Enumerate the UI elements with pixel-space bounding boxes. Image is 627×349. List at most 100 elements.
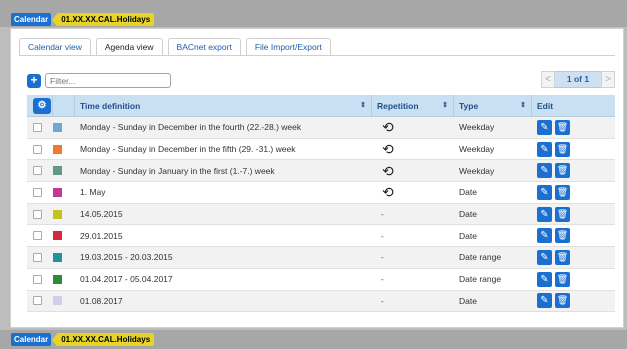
trash-icon[interactable]: 🗑 <box>555 271 570 287</box>
type-cell: Date <box>459 187 477 198</box>
time-definition-cell: 29.01.2015 <box>80 230 123 241</box>
pencil-icon[interactable]: ✎ <box>537 293 552 309</box>
trash-icon[interactable]: 🗑 <box>555 184 570 200</box>
row-checkbox[interactable] <box>33 296 42 306</box>
filter-input[interactable] <box>45 73 171 88</box>
breadcrumb-object[interactable]: 01.XX.XX.CAL.Holidays <box>57 333 155 346</box>
page-indicator: 1 of 1 <box>555 71 601 88</box>
header-edit: Edit <box>532 95 615 117</box>
edit-cell: ✎ 🗑 <box>532 206 615 222</box>
type-cell: Weekday <box>459 165 495 176</box>
breadcrumb-calendar[interactable]: Calendar <box>11 333 52 346</box>
trash-icon[interactable]: 🗑 <box>555 249 570 265</box>
column-settings-cell: ⚙ <box>27 94 53 117</box>
prev-page-button[interactable]: < <box>541 71 555 88</box>
select-cell <box>27 144 53 154</box>
time-definition-cell: 19.03.2015 - 20.03.2015 <box>80 252 173 263</box>
pencil-icon[interactable]: ✎ <box>537 184 552 200</box>
row-checkbox[interactable] <box>33 252 42 262</box>
pencil-icon[interactable]: ✎ <box>537 141 552 157</box>
select-cell <box>27 187 53 197</box>
table-row[interactable]: 14.05.2015 - Date ✎ 🗑 <box>27 203 615 226</box>
table-row[interactable]: 01.08.2017 - Date ✎ 🗑 <box>27 290 615 313</box>
repetition-cell: - <box>372 252 454 262</box>
tab-calendar-view[interactable]: Calendar view <box>19 38 91 56</box>
trash-icon[interactable]: 🗑 <box>555 206 570 222</box>
add-button[interactable]: + <box>27 74 41 88</box>
table-row[interactable]: Monday - Sunday in January in the first … <box>27 160 615 183</box>
repetition-cell: - <box>372 296 454 306</box>
no-repeat-dash: - <box>381 210 384 220</box>
trash-icon[interactable]: 🗑 <box>555 119 570 135</box>
sort-icon: ⇕ <box>360 101 366 109</box>
row-checkbox[interactable] <box>33 209 42 219</box>
pencil-icon[interactable]: ✎ <box>537 119 552 135</box>
table-body: Monday - Sunday in December in the fourt… <box>27 117 615 313</box>
time-definition-cell: Monday - Sunday in January in the first … <box>80 165 275 176</box>
color-cell <box>53 296 75 306</box>
color-cell <box>53 187 75 197</box>
header-time-definition-label: Time definition <box>80 100 141 111</box>
table-row[interactable]: 19.03.2015 - 20.03.2015 - Date range ✎ 🗑 <box>27 247 615 269</box>
tab-bacnet-export[interactable]: BACnet export <box>167 38 241 56</box>
pencil-icon[interactable]: ✎ <box>537 249 552 265</box>
edit-cell: ✎ 🗑 <box>532 119 615 135</box>
header-repetition-label: Repetition <box>377 100 419 111</box>
select-cell <box>27 166 53 176</box>
trash-icon[interactable]: 🗑 <box>555 163 570 179</box>
table-row[interactable]: Monday - Sunday in December in the fourt… <box>27 117 615 139</box>
row-checkbox[interactable] <box>33 231 42 241</box>
row-checkbox[interactable] <box>33 187 42 197</box>
pencil-icon[interactable]: ✎ <box>537 163 552 179</box>
pencil-icon[interactable]: ✎ <box>537 271 552 287</box>
color-swatch <box>53 166 62 176</box>
select-cell <box>27 231 53 241</box>
pencil-icon[interactable]: ✎ <box>537 206 552 222</box>
select-cell <box>27 209 53 219</box>
trash-icon[interactable]: 🗑 <box>555 141 570 157</box>
table-row[interactable]: 01.04.2017 - 05.04.2017 - Date range ✎ 🗑 <box>27 268 615 291</box>
edit-cell: ✎ 🗑 <box>532 249 615 265</box>
header-type[interactable]: Type ⇕ <box>454 94 532 117</box>
row-checkbox[interactable] <box>33 166 42 176</box>
bottom-breadcrumb-bar: Calendar 01.XX.XX.CAL.Holidays <box>0 330 627 349</box>
next-page-button[interactable]: > <box>601 71 615 88</box>
trash-icon[interactable]: 🗑 <box>555 228 570 244</box>
table-header: ⚙ Time definition ⇕ Repetition ⇕ Type ⇕ … <box>27 94 615 117</box>
breadcrumb: Calendar 01.XX.XX.CAL.Holidays <box>11 13 155 26</box>
pencil-icon[interactable]: ✎ <box>537 228 552 244</box>
repeat-icon: ⟲ <box>382 184 394 201</box>
repeat-icon: ⟲ <box>382 162 394 179</box>
breadcrumb-object[interactable]: 01.XX.XX.CAL.Holidays <box>57 13 155 26</box>
type-cell: Date range <box>459 252 502 263</box>
sort-icon: ⇕ <box>520 101 526 109</box>
tab-divider <box>19 55 615 56</box>
trash-icon[interactable]: 🗑 <box>555 293 570 309</box>
repetition-cell: - <box>372 231 454 241</box>
type-cell: Date <box>459 209 477 220</box>
color-swatch <box>53 252 62 262</box>
header-time-definition[interactable]: Time definition ⇕ <box>75 94 372 117</box>
row-checkbox[interactable] <box>33 144 42 154</box>
settings-button[interactable]: ⚙ <box>33 97 51 114</box>
table-row[interactable]: 1. May ⟲ Date ✎ 🗑 <box>27 182 615 204</box>
select-cell <box>27 252 53 262</box>
breadcrumb-calendar[interactable]: Calendar <box>11 13 52 26</box>
breadcrumb: Calendar 01.XX.XX.CAL.Holidays <box>11 333 155 346</box>
repetition-cell: ⟲ <box>372 185 454 199</box>
tab-agenda-view[interactable]: Agenda view <box>95 38 163 56</box>
color-cell <box>53 166 75 176</box>
repetition-cell: ⟲ <box>372 164 454 178</box>
row-checkbox[interactable] <box>33 274 42 284</box>
tab-file-import-export[interactable]: File Import/Export <box>245 38 331 56</box>
color-swatch <box>53 144 62 154</box>
header-repetition[interactable]: Repetition ⇕ <box>372 94 454 117</box>
type-cell: Date <box>459 295 477 306</box>
edit-cell: ✎ 🗑 <box>532 271 615 287</box>
table-row[interactable]: Monday - Sunday in December in the fifth… <box>27 138 615 161</box>
agenda-table: ⚙ Time definition ⇕ Repetition ⇕ Type ⇕ … <box>27 94 615 313</box>
edit-cell: ✎ 🗑 <box>532 184 615 200</box>
row-checkbox[interactable] <box>33 122 42 132</box>
select-cell <box>27 296 53 306</box>
table-row[interactable]: 29.01.2015 - Date ✎ 🗑 <box>27 225 615 248</box>
